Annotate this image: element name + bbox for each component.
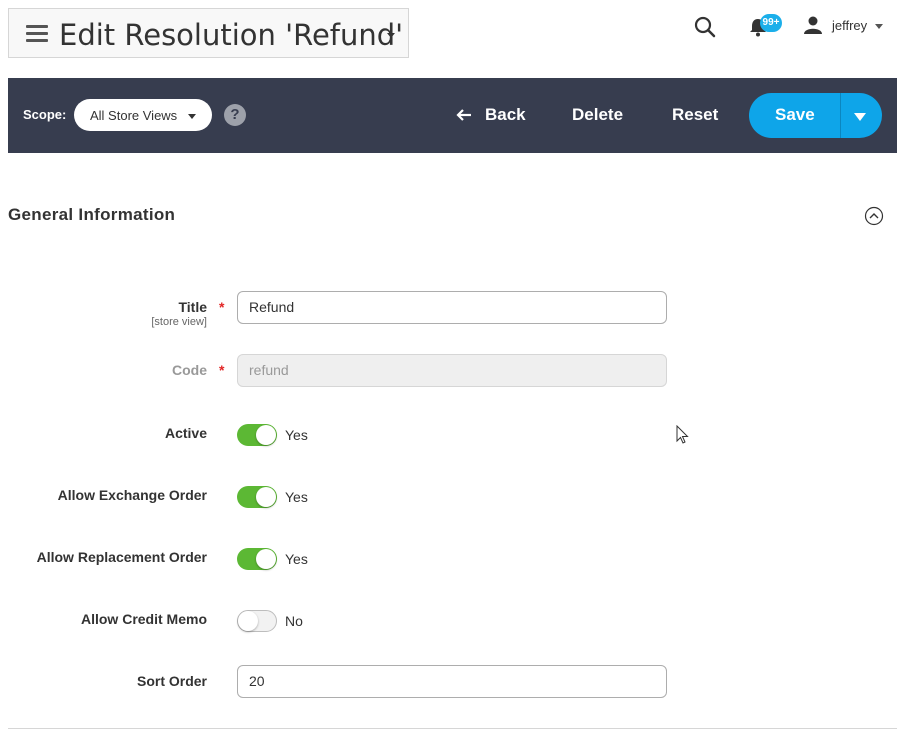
title-scope-hint: [store view] — [151, 316, 207, 328]
active-toggle[interactable] — [237, 424, 277, 446]
user-name[interactable]: jeffrey — [832, 18, 867, 33]
allow-exchange-toggle[interactable] — [237, 486, 277, 508]
page-title-box[interactable]: Edit Resolution 'Refund' — [8, 8, 409, 58]
page-title: Edit Resolution 'Refund' — [59, 18, 404, 52]
scope-label: Scope: — [23, 107, 67, 122]
back-button[interactable]: Back — [485, 105, 526, 125]
allow-exchange-label: Allow Exchange Order — [57, 487, 207, 503]
menu-icon[interactable] — [26, 25, 48, 43]
save-button[interactable]: Save — [775, 105, 815, 125]
allow-credit-memo-toggle[interactable] — [237, 610, 277, 632]
allow-credit-memo-label: Allow Credit Memo — [80, 611, 207, 627]
save-options-caret-icon[interactable] — [854, 113, 866, 121]
code-required-marker: * — [219, 362, 225, 378]
save-button-group: Save — [749, 93, 882, 138]
allow-exchange-toggle-state: Yes — [285, 489, 308, 505]
allow-replacement-toggle[interactable] — [237, 548, 277, 570]
active-label: Active — [164, 425, 207, 441]
allow-credit-memo-toggle-state: No — [285, 613, 303, 629]
section-divider — [8, 728, 897, 729]
toggle-knob — [256, 487, 276, 507]
toggle-knob — [256, 425, 276, 445]
back-arrow-icon[interactable] — [456, 107, 472, 123]
active-toggle-state: Yes — [285, 427, 308, 443]
help-icon[interactable]: ? — [224, 104, 246, 126]
toggle-knob — [238, 611, 258, 631]
collapse-chevron-up-icon[interactable] — [864, 206, 884, 226]
reset-button[interactable]: Reset — [672, 105, 718, 125]
code-input[interactable]: refund — [237, 354, 667, 387]
mouse-cursor-icon — [676, 425, 689, 444]
title-dropdown-caret-icon[interactable] — [387, 33, 395, 38]
save-button-divider — [840, 93, 841, 138]
user-menu-caret-icon[interactable] — [875, 24, 883, 29]
chevron-down-icon — [188, 114, 196, 119]
section-title[interactable]: General Information — [8, 205, 175, 225]
title-input[interactable]: Refund — [237, 291, 667, 324]
scope-select[interactable]: All Store Views — [74, 99, 212, 131]
user-icon[interactable] — [804, 16, 822, 34]
sort-order-label: Sort Order — [136, 673, 207, 689]
code-label: Code — [172, 362, 207, 378]
toggle-knob — [256, 549, 276, 569]
scope-select-value: All Store Views — [90, 108, 178, 123]
notification-badge[interactable]: 99+ — [760, 14, 782, 32]
sort-order-input[interactable]: 20 — [237, 665, 667, 698]
allow-replacement-toggle-state: Yes — [285, 551, 308, 567]
search-icon[interactable] — [694, 16, 716, 38]
title-required-marker: * — [219, 299, 225, 315]
title-label: Title — [178, 299, 207, 315]
allow-replacement-label: Allow Replacement Order — [36, 549, 207, 565]
delete-button[interactable]: Delete — [572, 105, 623, 125]
action-toolbar: Scope: All Store Views ? Back Delete Res… — [8, 78, 897, 153]
